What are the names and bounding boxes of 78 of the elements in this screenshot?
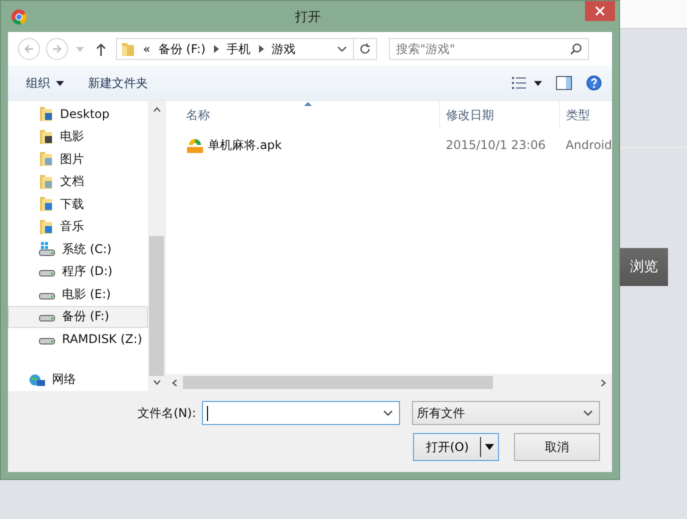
folder-icon bbox=[39, 151, 53, 168]
scroll-down-icon[interactable] bbox=[152, 380, 160, 385]
dropdown-caret-icon bbox=[583, 410, 593, 416]
refresh-icon bbox=[359, 43, 371, 55]
window-title: 打开 bbox=[294, 8, 322, 26]
network-icon bbox=[29, 372, 45, 387]
drive-icon bbox=[39, 315, 55, 322]
folder-icon bbox=[39, 196, 53, 212]
open-button[interactable]: 打开(O) bbox=[426, 438, 476, 456]
app-icon bbox=[11, 8, 27, 24]
dropdown-caret-icon[interactable] bbox=[337, 46, 347, 52]
folder-icon bbox=[39, 106, 53, 122]
search-field[interactable]: 搜索"游戏" bbox=[389, 38, 589, 60]
sidebar-item[interactable]: 下载 bbox=[8, 193, 148, 216]
sidebar-item[interactable]: Desktop bbox=[8, 103, 148, 126]
column-header[interactable]: 类型 bbox=[560, 101, 612, 129]
horizontal-scrollbar[interactable] bbox=[166, 374, 612, 391]
sidebar-item[interactable]: 备份 (F:) bbox=[8, 306, 148, 328]
view-caret-icon[interactable] bbox=[534, 80, 542, 86]
sidebar-item[interactable]: 文档 bbox=[8, 170, 148, 193]
preview-pane-icon[interactable] bbox=[556, 76, 572, 90]
scroll-left-icon[interactable] bbox=[172, 378, 177, 386]
sidebar-item[interactable]: 电影 (E:) bbox=[8, 283, 148, 306]
breadcrumb-item[interactable]: 游戏 bbox=[272, 40, 296, 58]
sidebar-item[interactable]: RAMDISK (Z:) bbox=[8, 328, 148, 350]
close-button[interactable] bbox=[585, 1, 615, 21]
folder-icon bbox=[39, 128, 53, 145]
vertical-scrollbar[interactable] bbox=[148, 101, 165, 391]
drive-icon bbox=[39, 338, 55, 345]
up-arrow-icon[interactable] bbox=[96, 42, 106, 56]
sidebar-item[interactable]: 图片 bbox=[8, 148, 148, 170]
view-list-icon[interactable] bbox=[512, 77, 526, 89]
filename-label: 文件名(N): bbox=[138, 404, 196, 422]
scroll-up-icon[interactable] bbox=[152, 107, 160, 112]
browse-button[interactable]: 浏览 bbox=[620, 248, 668, 286]
back-arrow-icon bbox=[24, 44, 34, 54]
path-overflow[interactable]: « bbox=[143, 42, 150, 56]
refresh-button[interactable] bbox=[353, 38, 377, 60]
scroll-right-icon[interactable] bbox=[601, 378, 606, 386]
sidebar-item[interactable]: 系统 (C:) bbox=[8, 238, 148, 260]
organize-button[interactable]: 组织 bbox=[24, 72, 66, 94]
file-name[interactable]: 单机麻将.apk bbox=[208, 136, 282, 154]
folder-icon bbox=[39, 174, 53, 190]
search-icon bbox=[570, 43, 582, 55]
sort-arrow-icon bbox=[304, 102, 312, 106]
scrollbar-thumb[interactable] bbox=[183, 376, 493, 389]
help-icon[interactable] bbox=[586, 75, 602, 91]
breadcrumb-item[interactable]: 手机 bbox=[226, 40, 251, 58]
file-type-dropdown[interactable]: 所有文件 bbox=[412, 401, 600, 425]
dropdown-caret-icon[interactable] bbox=[485, 444, 494, 450]
modified-date: 2015/10/1 23:06 bbox=[446, 138, 546, 152]
open-split-button[interactable]: 打开(O) bbox=[413, 433, 499, 461]
folder-icon bbox=[121, 41, 135, 57]
breadcrumb-arrow-icon[interactable] bbox=[258, 45, 264, 53]
close-icon bbox=[595, 6, 605, 16]
page-header-strip bbox=[620, 0, 687, 29]
file-type: Android bbox=[566, 138, 612, 152]
dropdown-caret-icon[interactable] bbox=[383, 410, 393, 416]
column-header[interactable]: 名称 bbox=[166, 101, 440, 129]
sidebar-item[interactable]: 程序 (D:) bbox=[8, 260, 148, 283]
drive-icon bbox=[39, 242, 55, 256]
cancel-button[interactable]: 取消 bbox=[514, 433, 600, 461]
sidebar-item[interactable]: 音乐 bbox=[8, 216, 148, 238]
sidebar-item[interactable]: 电影 bbox=[8, 126, 148, 148]
breadcrumb-arrow-icon[interactable] bbox=[214, 45, 219, 53]
scrollbar-thumb[interactable] bbox=[149, 236, 164, 376]
new-folder-button[interactable]: 新建文件夹 bbox=[86, 72, 150, 94]
folder-icon bbox=[39, 218, 53, 235]
forward-arrow-icon bbox=[52, 44, 62, 54]
apk-file-icon bbox=[186, 136, 204, 154]
drive-icon bbox=[39, 292, 55, 300]
sidebar-item[interactable]: 网络 bbox=[8, 368, 148, 391]
address-bar[interactable]: « 备份 (F:) 手机 游戏 bbox=[116, 38, 354, 60]
breadcrumb-item[interactable]: 备份 (F:) bbox=[158, 40, 206, 58]
caret-icon bbox=[56, 80, 64, 86]
column-header[interactable]: 修改日期 bbox=[440, 101, 560, 129]
drive-icon bbox=[39, 270, 55, 278]
filename-field[interactable] bbox=[202, 401, 400, 425]
